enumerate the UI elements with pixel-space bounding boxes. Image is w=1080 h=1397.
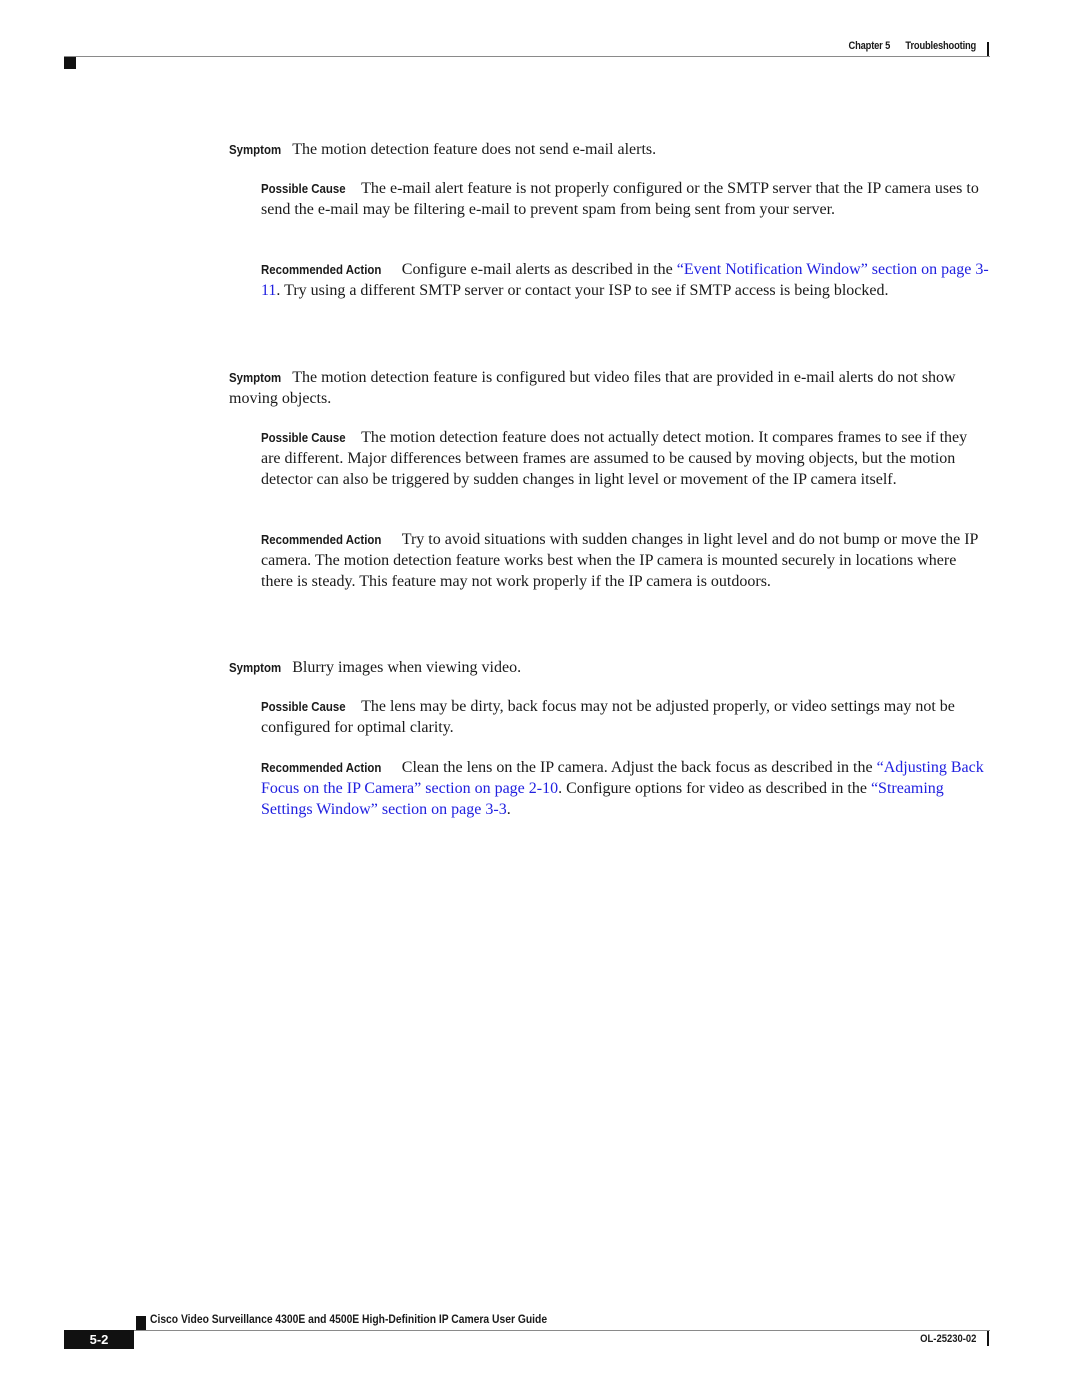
cause-label: Possible Cause bbox=[261, 699, 346, 714]
recommended-action-3: Recommended Action Clean the lens on the… bbox=[261, 757, 989, 820]
action-label: Recommended Action bbox=[261, 262, 382, 277]
action-text-mid: . Configure options for video as describ… bbox=[558, 780, 871, 797]
footer-bar bbox=[987, 1331, 989, 1346]
running-header: Chapter 5 Troubleshooting bbox=[848, 40, 976, 52]
action-text-post: . bbox=[506, 801, 511, 818]
footer-doc-number: OL-25230-02 bbox=[919, 1333, 976, 1345]
recommended-action-1: Recommended Action Configure e-mail aler… bbox=[261, 259, 989, 301]
action-label: Recommended Action bbox=[261, 532, 382, 547]
possible-cause-3: Possible Cause The lens may be dirty, ba… bbox=[261, 696, 989, 738]
header-chapter: Chapter 5 bbox=[848, 40, 891, 52]
cause-text: The lens may be dirty, back focus may no… bbox=[261, 698, 955, 736]
header-section: Troubleshooting bbox=[905, 40, 976, 52]
symptom-1: Symptom The motion detection feature doe… bbox=[229, 139, 989, 160]
possible-cause-2: Possible Cause The motion detection feat… bbox=[261, 427, 989, 490]
footer-rule bbox=[64, 1330, 990, 1331]
possible-cause-1: Possible Cause The e-mail alert feature … bbox=[261, 178, 989, 220]
action-text-post: . Try using a different SMTP server or c… bbox=[276, 282, 889, 299]
cause-text: The e-mail alert feature is not properly… bbox=[261, 180, 979, 218]
symptom-text: The motion detection feature does not se… bbox=[292, 141, 657, 158]
symptom-3: Symptom Blurry images when viewing video… bbox=[229, 657, 989, 678]
header-rule bbox=[64, 56, 990, 57]
symptom-label: Symptom bbox=[229, 370, 282, 385]
footer-mark bbox=[136, 1316, 146, 1330]
action-label: Recommended Action bbox=[261, 760, 382, 775]
symptom-2: Symptom The motion detection feature is … bbox=[229, 367, 989, 409]
page-number-badge: 5-2 bbox=[64, 1330, 134, 1349]
recommended-action-2: Recommended Action Try to avoid situatio… bbox=[261, 529, 989, 592]
header-corner-mark bbox=[64, 57, 76, 69]
header-bar bbox=[987, 42, 989, 56]
cause-label: Possible Cause bbox=[261, 430, 346, 445]
footer-guide-title: Cisco Video Surveillance 4300E and 4500E… bbox=[150, 1312, 548, 1326]
symptom-label: Symptom bbox=[229, 660, 282, 675]
action-text: Clean the lens on the IP camera. Adjust … bbox=[401, 759, 877, 776]
action-text: Configure e-mail alerts as described in … bbox=[401, 261, 677, 278]
cause-text: The motion detection feature does not ac… bbox=[261, 429, 968, 488]
cause-label: Possible Cause bbox=[261, 181, 346, 196]
symptom-label: Symptom bbox=[229, 142, 282, 157]
symptom-text: The motion detection feature is configur… bbox=[229, 369, 956, 407]
symptom-text: Blurry images when viewing video. bbox=[292, 659, 522, 676]
